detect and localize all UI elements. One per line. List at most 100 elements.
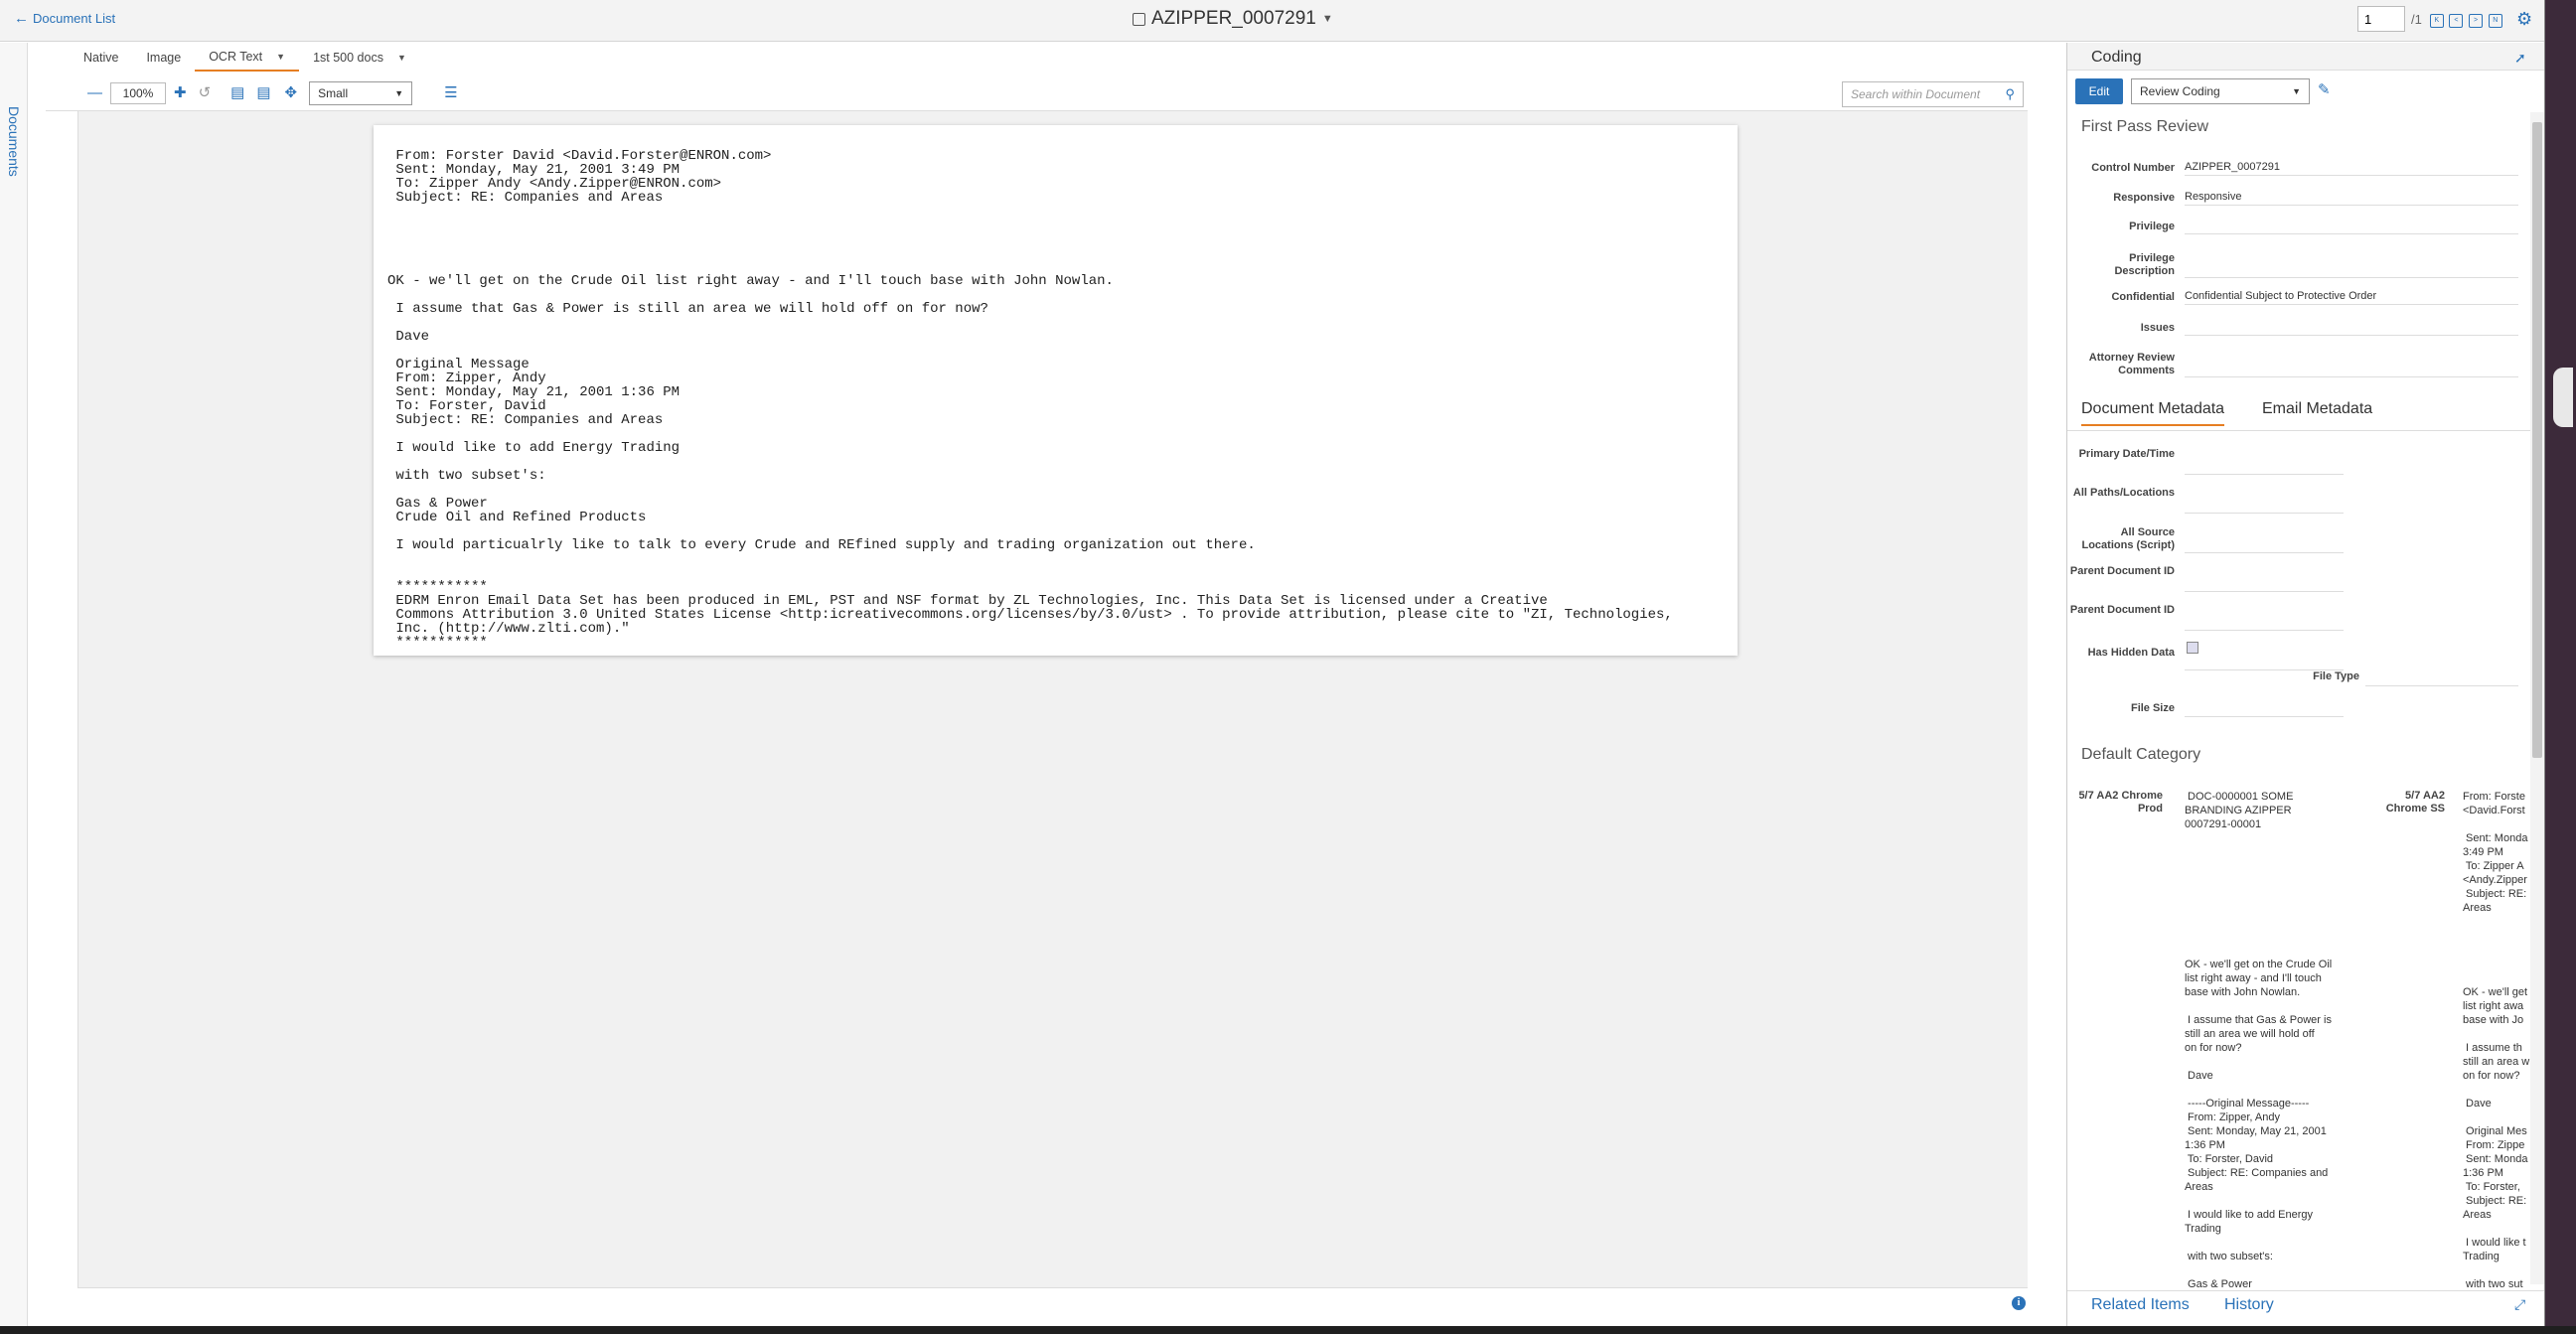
- document-title-text: AZIPPER_0007291: [1151, 8, 1316, 29]
- primary-date-value: [2185, 460, 2344, 475]
- field-label: Attorney Review Comments: [2088, 352, 2175, 376]
- text-size-select[interactable]: Small ▼: [309, 80, 413, 105]
- parent-document-id-value: [2185, 577, 2344, 592]
- gear-icon[interactable]: ⚙: [2516, 10, 2534, 28]
- pencil-icon[interactable]: ✎: [2318, 80, 2331, 98]
- document-title[interactable]: AZIPPER_0007291 ▼: [1133, 8, 1333, 30]
- chevron-down-icon: ▼: [2292, 86, 2301, 96]
- document-list-link[interactable]: ← Document List: [14, 10, 115, 27]
- field-label: Parent Document ID: [2069, 565, 2175, 577]
- search-icon[interactable]: ⚲: [2005, 86, 2015, 102]
- page-navigator: /1 K < > N: [2357, 6, 2502, 32]
- zoom-in-icon[interactable]: ✚: [174, 85, 187, 100]
- text-size-value: Small: [318, 85, 349, 100]
- has-hidden-data-value: [2185, 656, 2344, 670]
- chevron-down-icon[interactable]: ▼: [276, 52, 285, 62]
- file-size-value: [2185, 702, 2344, 717]
- zoom-out-icon[interactable]: —: [87, 85, 102, 100]
- file-type-value: [2365, 671, 2518, 686]
- document-line: Gas & Power: [387, 496, 488, 512]
- pin-icon[interactable]: ➚: [2514, 50, 2526, 67]
- document-line: OK - we'll get on the Crude Oil list rig…: [387, 273, 1114, 289]
- field-label: Responsive: [2113, 192, 2175, 204]
- page-number-input[interactable]: [2357, 6, 2405, 32]
- tab-first-500-docs[interactable]: 1st 500 docs ▼: [299, 45, 420, 71]
- chevron-down-icon: ▼: [394, 87, 404, 98]
- history-link[interactable]: History: [2224, 1296, 2274, 1314]
- documents-rail-tab[interactable]: Documents: [6, 106, 22, 177]
- chevron-down-icon[interactable]: ▼: [397, 53, 406, 63]
- highlight-next-icon[interactable]: ▤: [256, 85, 270, 100]
- highlight-previous-icon[interactable]: ▤: [230, 85, 244, 100]
- document-text: From: Forster David <David.Forster@ENRON…: [387, 149, 1673, 650]
- info-icon[interactable]: i: [2012, 1296, 2026, 1310]
- document-line: Sent: Monday, May 21, 2001 1:36 PM: [387, 384, 681, 400]
- issues-value[interactable]: [2185, 321, 2518, 336]
- document-line: To: Zipper Andy <Andy.Zipper@ENRON.com>: [387, 176, 722, 192]
- search-within-document-input[interactable]: Search within Document ⚲: [1842, 81, 2024, 107]
- tab-image[interactable]: Image: [132, 45, 195, 71]
- viewer-toolbar: — 100% ✚ ↺ ▤ ▤ ✥ Small ▼ ☰ Search within…: [46, 75, 2028, 111]
- responsive-value[interactable]: Responsive: [2185, 191, 2518, 206]
- tab-document-metadata[interactable]: Document Metadata: [2081, 400, 2225, 426]
- last-page-button[interactable]: N: [2488, 13, 2502, 28]
- field-label: Privilege: [2129, 221, 2175, 232]
- parent-document-id-value: [2185, 616, 2344, 631]
- coding-title: Coding: [2091, 49, 2142, 66]
- next-page-button[interactable]: >: [2469, 13, 2484, 28]
- field-label: All Paths/Locations: [2072, 487, 2175, 499]
- document-checkbox[interactable]: [1133, 12, 1145, 26]
- control-number-value[interactable]: AZIPPER_0007291: [2185, 161, 2518, 176]
- field-label: File Type: [2313, 670, 2359, 682]
- top-bar: ← Document List AZIPPER_0007291 ▼ /1 K <…: [0, 0, 2544, 42]
- document-line: ***********: [387, 635, 488, 651]
- document-viewer[interactable]: From: Forster David <David.Forster@ENRON…: [77, 111, 2028, 1298]
- layout-select[interactable]: Review Coding ▼: [2131, 78, 2310, 104]
- document-page: From: Forster David <David.Forster@ENRON…: [374, 125, 1738, 656]
- document-line: with two subset's:: [387, 468, 546, 484]
- tab-native[interactable]: Native: [70, 45, 132, 71]
- page-total: /1: [2411, 11, 2422, 27]
- field-label: Privilege Description: [2114, 252, 2175, 277]
- document-line: From: Zipper, Andy: [387, 371, 546, 386]
- left-rail: Documents: [0, 43, 28, 1326]
- document-line: ***********: [387, 579, 488, 595]
- related-items-link[interactable]: Related Items: [2091, 1296, 2190, 1314]
- document-line: To: Forster, David: [387, 398, 546, 414]
- edit-button[interactable]: Edit: [2075, 78, 2123, 104]
- confidential-value[interactable]: Confidential Subject to Protective Order: [2185, 290, 2518, 305]
- field-label: All Source Locations (Script): [2081, 526, 2175, 551]
- rotate-icon[interactable]: ↺: [199, 85, 212, 100]
- previous-page-button[interactable]: <: [2449, 13, 2464, 28]
- first-page-button[interactable]: K: [2429, 13, 2444, 28]
- privilege-value[interactable]: [2185, 220, 2518, 234]
- field-label: Control Number: [2091, 162, 2175, 174]
- desktop-bottom-edge: [0, 1326, 2576, 1334]
- layout-value: Review Coding: [2140, 84, 2220, 98]
- document-line: I assume that Gas & Power is still an ar…: [387, 301, 988, 317]
- chevron-down-icon[interactable]: ▼: [1322, 13, 1333, 25]
- document-line: Dave: [387, 329, 430, 345]
- zoom-level[interactable]: 100%: [110, 81, 166, 104]
- attorney-review-comments-value[interactable]: [2185, 363, 2518, 377]
- pan-icon[interactable]: ✥: [285, 85, 298, 100]
- tab-email-metadata[interactable]: Email Metadata: [2262, 400, 2372, 424]
- viewer-tabs: Native Image OCR Text ▼ 1st 500 docs ▼: [70, 43, 420, 73]
- coding-scrollbar-thumb[interactable]: [2532, 122, 2542, 758]
- privilege-description-value[interactable]: [2185, 263, 2518, 278]
- expand-icon[interactable]: ⤢: [2514, 1296, 2525, 1313]
- document-line: From: Forster David <David.Forster@ENRON…: [387, 148, 772, 164]
- field-label: File Size: [2130, 702, 2175, 714]
- desktop-edge: [2545, 0, 2576, 1334]
- tab-ocr-text[interactable]: OCR Text ▼: [195, 44, 300, 72]
- field-label: Confidential: [2111, 291, 2175, 303]
- word-wrap-icon[interactable]: ☰: [444, 85, 457, 100]
- tab-divider: [2067, 430, 2530, 431]
